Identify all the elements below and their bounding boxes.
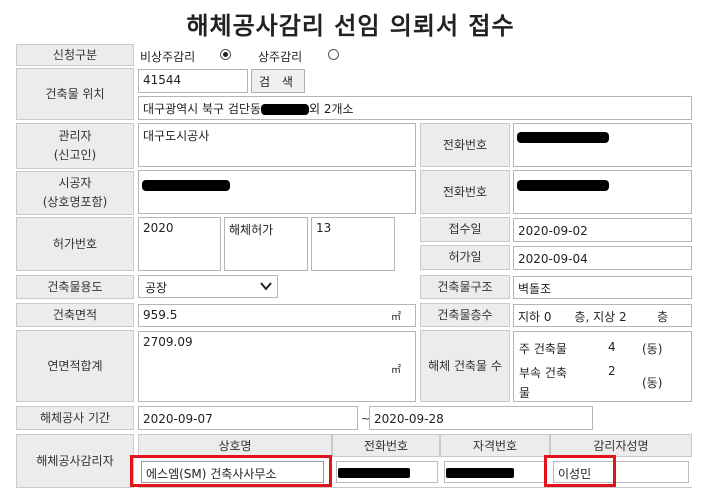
total-area-unit: ㎡ xyxy=(391,365,401,376)
usage-select[interactable]: 공장 xyxy=(138,275,278,298)
location-label: 건축물 위치 xyxy=(16,68,134,120)
header-license: 자격번호 xyxy=(440,434,550,457)
request-type-label: 신청구분 xyxy=(16,44,134,66)
permit-year-field[interactable]: 2020 xyxy=(138,217,221,271)
manager-label: 관리자 (신고인) xyxy=(16,123,134,169)
main-building-count: 4 xyxy=(608,340,616,354)
redacted-contractor xyxy=(142,180,230,191)
header-supervisor-name: 감리자성명 xyxy=(550,434,692,457)
total-area-label: 연면적합계 xyxy=(16,330,134,402)
radio-non-resident[interactable] xyxy=(220,49,231,60)
sub-building-unit: (동) xyxy=(642,376,663,390)
address-field[interactable]: 대구광역시 북구 검단동 외 2개소 xyxy=(138,96,692,120)
contractor-phone-field[interactable] xyxy=(513,170,692,214)
period-label: 해체공사 기간 xyxy=(16,406,134,430)
contractor-phone-label: 전화번호 xyxy=(420,170,510,214)
contractor-label-line1: 시공자 xyxy=(58,176,92,190)
structure-label: 건축물구조 xyxy=(420,275,510,299)
manager-phone-label: 전화번호 xyxy=(420,123,510,167)
demolish-count-field[interactable]: 주 건축물 4 (동) 부속 건축 물 2 (동) xyxy=(513,331,692,402)
area-unit: ㎡ xyxy=(391,312,401,323)
received-date-label: 접수일 xyxy=(420,217,510,242)
main-building-label: 주 건축물 xyxy=(519,342,567,356)
period-start-field[interactable]: 2020-09-07 xyxy=(138,406,358,430)
redacted-phone xyxy=(338,468,410,478)
manager-label-line1: 관리자 xyxy=(58,129,92,143)
address-suffix: 외 2개소 xyxy=(309,102,354,116)
demolish-count-label: 해체 건축물 수 xyxy=(420,330,510,402)
contractor-field[interactable] xyxy=(138,170,416,214)
highlight-supervisor-name xyxy=(544,455,616,487)
permit-label: 허가번호 xyxy=(16,217,134,271)
floors-field[interactable]: 지하 0 층, 지상 2 층 xyxy=(513,304,692,327)
floors-label: 건축물층수 xyxy=(420,303,510,327)
highlight-company xyxy=(130,455,332,487)
phone-field[interactable] xyxy=(336,461,438,483)
total-area-field[interactable]: 2709.09 xyxy=(138,331,416,402)
search-button[interactable]: 검 색 xyxy=(251,69,305,93)
permit-number-field[interactable]: 13 xyxy=(311,217,395,271)
usage-selected: 공장 xyxy=(145,281,168,295)
contractor-label-line2: (상호명포함) xyxy=(42,195,108,209)
period-end-field[interactable]: 2020-09-28 xyxy=(369,406,593,430)
supervisor-label: 해체공사감리자 xyxy=(16,434,134,488)
permit-date-label: 허가일 xyxy=(420,245,510,270)
contractor-label: 시공자 (상호명포함) xyxy=(16,171,134,215)
redacted-address xyxy=(261,104,310,115)
manager-field[interactable]: 대구도시공사 xyxy=(138,123,416,167)
main-building-unit: (동) xyxy=(642,342,663,356)
header-phone: 전화번호 xyxy=(332,434,440,457)
building-area-label: 건축면적 xyxy=(16,303,134,327)
radio-resident[interactable] xyxy=(328,49,339,60)
structure-field[interactable]: 벽돌조 xyxy=(513,276,692,299)
redacted-license xyxy=(446,468,514,478)
page-title: 해체공사감리 선임 의뢰서 접수 xyxy=(186,12,515,40)
sub-building-count: 2 xyxy=(608,364,616,378)
usage-label: 건축물용도 xyxy=(16,275,134,299)
sub-building-label-line2: 물 xyxy=(519,386,531,400)
license-field[interactable] xyxy=(444,461,546,483)
manager-phone-field[interactable] xyxy=(513,123,692,167)
permit-date-field[interactable]: 2020-09-04 xyxy=(513,246,692,270)
sub-building-label-line1: 부속 건축 xyxy=(519,366,567,380)
header-company: 상호명 xyxy=(138,434,332,457)
chevron-down-icon xyxy=(260,282,272,291)
permit-type-field[interactable]: 해체허가 xyxy=(224,217,308,271)
request-type-group: 비상주감리 상주감리 xyxy=(140,46,440,66)
request-type-option1-label: 비상주감리 xyxy=(140,50,196,64)
building-area-field[interactable]: 959.5 xyxy=(138,304,416,327)
zipcode-field[interactable]: 41544 xyxy=(138,69,248,93)
received-date-field[interactable]: 2020-09-02 xyxy=(513,218,692,242)
redacted-phone xyxy=(517,180,609,191)
manager-label-line2: (신고인) xyxy=(53,148,97,162)
address-prefix: 대구광역시 북구 검단동 xyxy=(143,102,262,116)
redacted-phone xyxy=(517,132,609,143)
request-type-option2-label: 상주감리 xyxy=(258,50,303,64)
